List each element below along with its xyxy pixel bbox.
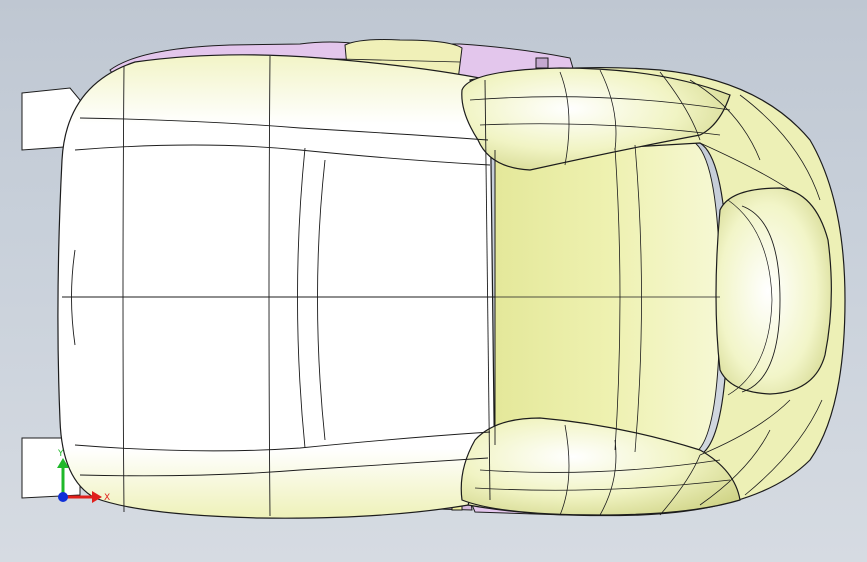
backrest-center-panel (494, 139, 721, 456)
headrest (715, 187, 832, 395)
triad-y-label: Y (57, 449, 64, 459)
seat-model-view[interactable]: Y X (0, 0, 867, 562)
rear-clip (535, 57, 549, 69)
triad-x-label: X (104, 493, 110, 503)
triad-z-axis (58, 492, 68, 502)
cad-3d-viewport[interactable]: Y X (0, 0, 867, 562)
